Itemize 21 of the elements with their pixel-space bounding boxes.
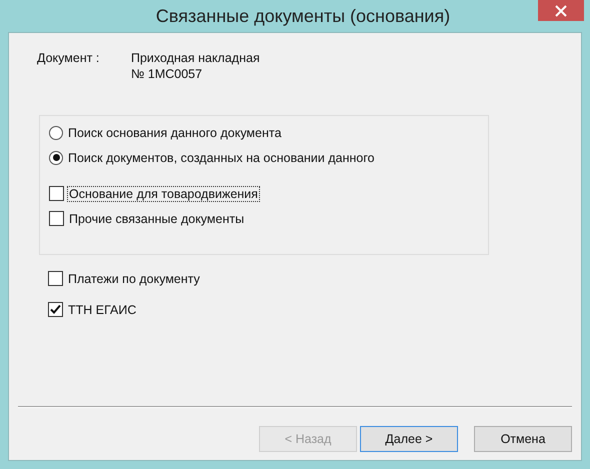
document-value: № 1МС0057 <box>131 66 204 82</box>
document-value: Приходная накладная <box>131 50 260 66</box>
close-icon <box>555 4 567 16</box>
document-label: Документ : <box>37 50 100 67</box>
radio-button[interactable] <box>49 150 63 164</box>
checkbox-label[interactable]: ТТН ЕГАИС <box>66 302 138 318</box>
checkbox[interactable] <box>48 271 63 286</box>
checkbox-label[interactable]: Платежи по документу <box>66 270 202 286</box>
radio-button[interactable] <box>49 126 63 140</box>
close-button[interactable] <box>538 0 584 21</box>
checkmark-icon <box>50 304 61 315</box>
checkbox-label[interactable]: Прочие связанные документы <box>67 210 246 226</box>
checkbox[interactable] <box>49 186 64 201</box>
radio-label[interactable]: Поиск основания данного документа <box>66 124 284 140</box>
checkbox-label[interactable]: Основание для товародвижения <box>67 186 260 202</box>
radio-label[interactable]: Поиск документов, созданных на основании данного <box>66 150 376 166</box>
checkbox[interactable] <box>48 302 63 317</box>
checkbox[interactable] <box>49 211 64 226</box>
dialog-button[interactable]: Далее > <box>360 426 458 452</box>
window-title: Связанные документы (основания) <box>156 6 450 26</box>
dialog-button[interactable]: Отмена <box>474 426 572 452</box>
